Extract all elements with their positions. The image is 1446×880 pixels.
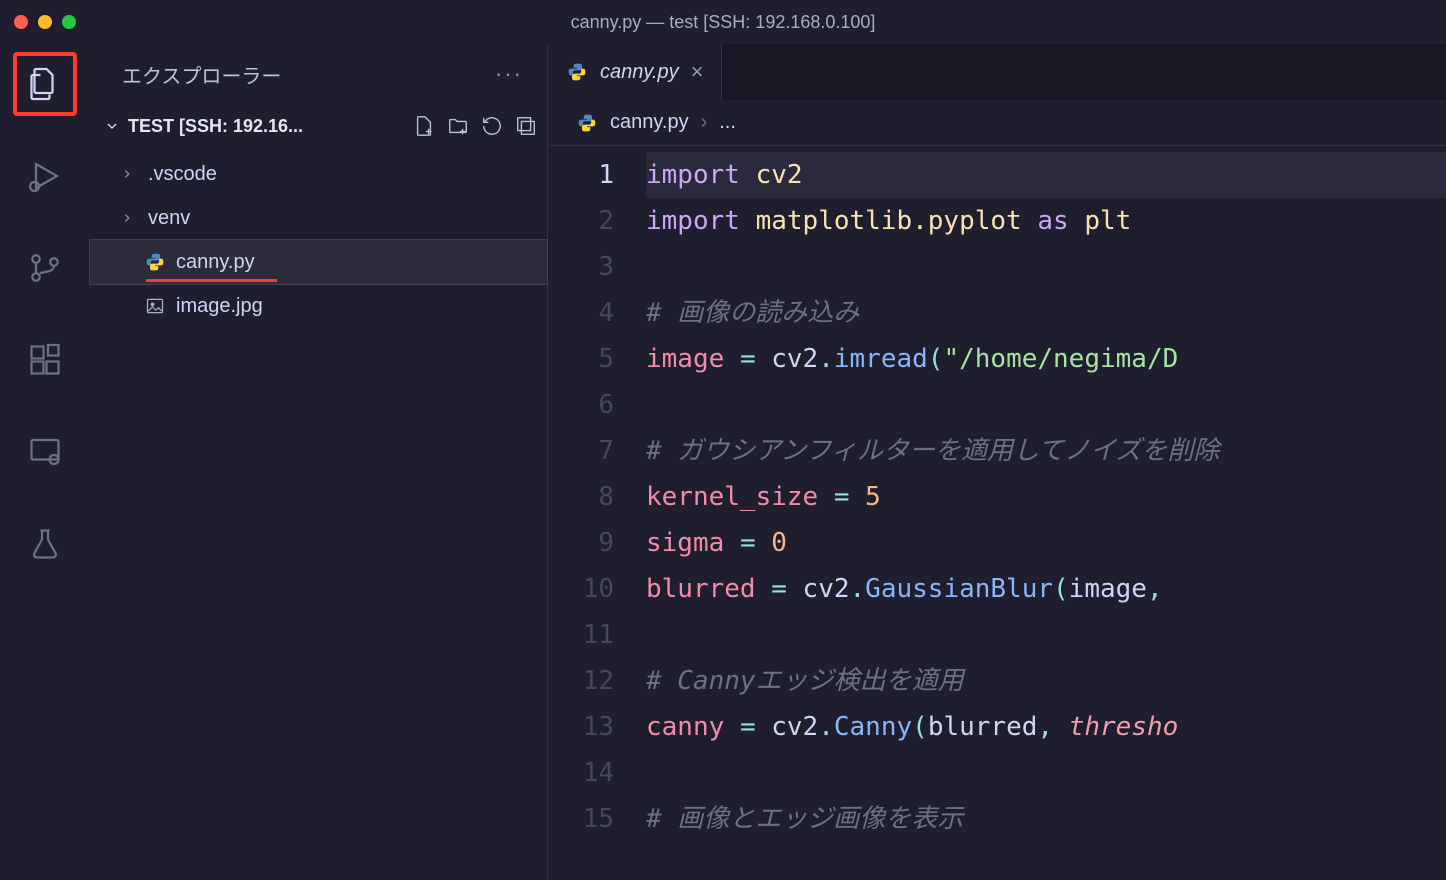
file-tree: .vscode venv canny.py image.jpg [90, 148, 547, 328]
window-maximize-button[interactable] [62, 15, 76, 29]
chevron-right-icon [120, 167, 138, 181]
line-number: 3 [548, 244, 614, 290]
python-icon [144, 251, 166, 273]
line-number: 13 [548, 704, 614, 750]
tree-item-label: image.jpg [176, 295, 263, 318]
tab-close-button[interactable]: × [691, 59, 704, 85]
activity-bar [0, 44, 90, 880]
tree-item-label: canny.py [176, 251, 255, 274]
breadcrumb-suffix: ... [719, 111, 736, 134]
code-line[interactable]: kernel_size = 5 [646, 474, 1446, 520]
new-folder-button[interactable] [447, 115, 469, 137]
activity-extensions[interactable] [13, 328, 77, 392]
tab-label: canny.py [600, 61, 679, 84]
line-number: 12 [548, 658, 614, 704]
window-controls [14, 15, 76, 29]
breadcrumb-separator: › [701, 111, 708, 134]
files-icon [27, 66, 63, 102]
play-bug-icon [27, 158, 63, 194]
code-line[interactable]: blurred = cv2.GaussianBlur(image, [646, 566, 1446, 612]
new-folder-icon [447, 115, 469, 137]
line-number: 6 [548, 382, 614, 428]
breadcrumb[interactable]: canny.py › ... [548, 100, 1446, 146]
explorer-title: エクスプローラー [122, 60, 281, 89]
code-line[interactable]: import cv2 [646, 152, 1446, 198]
tree-folder-vscode[interactable]: .vscode [90, 152, 547, 196]
remote-icon [27, 434, 63, 470]
python-icon [566, 61, 588, 83]
line-number: 2 [548, 198, 614, 244]
code-line[interactable] [646, 612, 1446, 658]
new-file-button[interactable] [413, 115, 435, 137]
tree-file-image[interactable]: image.jpg [90, 284, 547, 328]
breadcrumb-file: canny.py [610, 111, 689, 134]
code-line[interactable] [646, 750, 1446, 796]
line-number-gutter: 123456789101112131415 [548, 146, 646, 880]
beaker-icon [27, 526, 63, 562]
tree-item-label: venv [148, 207, 190, 230]
activity-remote[interactable] [13, 420, 77, 484]
folder-name: TEST [SSH: 192.16... [128, 116, 413, 137]
line-number: 10 [548, 566, 614, 612]
code-line[interactable]: # Cannyエッジ検出を適用 [646, 658, 1446, 704]
window-minimize-button[interactable] [38, 15, 52, 29]
line-number: 7 [548, 428, 614, 474]
image-icon [144, 295, 166, 317]
code-line[interactable]: # 画像とエッジ画像を表示 [646, 796, 1446, 842]
annotation-underline [146, 279, 277, 282]
tree-folder-venv[interactable]: venv [90, 196, 547, 240]
explorer-panel: エクスプローラー ··· TEST [SSH: 192.16... .vscod… [90, 44, 548, 880]
code-line[interactable]: # 画像の読み込み [646, 290, 1446, 336]
collapse-button[interactable] [515, 115, 537, 137]
line-number: 5 [548, 336, 614, 382]
title-bar: canny.py — test [SSH: 192.168.0.100] [0, 0, 1446, 44]
refresh-icon [481, 115, 503, 137]
code-line[interactable]: canny = cv2.Canny(blurred, thresho [646, 704, 1446, 750]
window-close-button[interactable] [14, 15, 28, 29]
editor-area: canny.py × canny.py › ... 12345678910111… [548, 44, 1446, 880]
line-number: 1 [548, 152, 614, 198]
tab-bar: canny.py × [548, 44, 1446, 100]
tab-canny[interactable]: canny.py × [548, 44, 722, 100]
line-number: 14 [548, 750, 614, 796]
chevron-down-icon [104, 118, 120, 134]
explorer-header: エクスプローラー ··· [90, 44, 547, 104]
chevron-right-icon [120, 211, 138, 225]
tree-item-label: .vscode [148, 163, 217, 186]
folder-header[interactable]: TEST [SSH: 192.16... [90, 104, 547, 148]
code-line[interactable] [646, 244, 1446, 290]
activity-testing[interactable] [13, 512, 77, 576]
code-line[interactable]: sigma = 0 [646, 520, 1446, 566]
code-content[interactable]: import cv2import matplotlib.pyplot as pl… [646, 146, 1446, 880]
explorer-more-button[interactable]: ··· [495, 61, 523, 87]
python-icon [576, 112, 598, 134]
line-number: 9 [548, 520, 614, 566]
refresh-button[interactable] [481, 115, 503, 137]
code-line[interactable]: # ガウシアンフィルターを適用してノイズを削除 [646, 428, 1446, 474]
collapse-icon [515, 115, 537, 137]
new-file-icon [413, 115, 435, 137]
code-editor[interactable]: 123456789101112131415 import cv2import m… [548, 146, 1446, 880]
code-line[interactable] [646, 382, 1446, 428]
window-title: canny.py — test [SSH: 192.168.0.100] [571, 12, 876, 33]
line-number: 11 [548, 612, 614, 658]
branch-icon [27, 250, 63, 286]
tree-file-canny[interactable]: canny.py [90, 240, 547, 284]
activity-source-control[interactable] [13, 236, 77, 300]
line-number: 4 [548, 290, 614, 336]
code-line[interactable]: image = cv2.imread("/home/negima/D [646, 336, 1446, 382]
activity-explorer[interactable] [13, 52, 77, 116]
line-number: 15 [548, 796, 614, 842]
extensions-icon [27, 342, 63, 378]
code-line[interactable]: import matplotlib.pyplot as plt [646, 198, 1446, 244]
line-number: 8 [548, 474, 614, 520]
activity-run-debug[interactable] [13, 144, 77, 208]
